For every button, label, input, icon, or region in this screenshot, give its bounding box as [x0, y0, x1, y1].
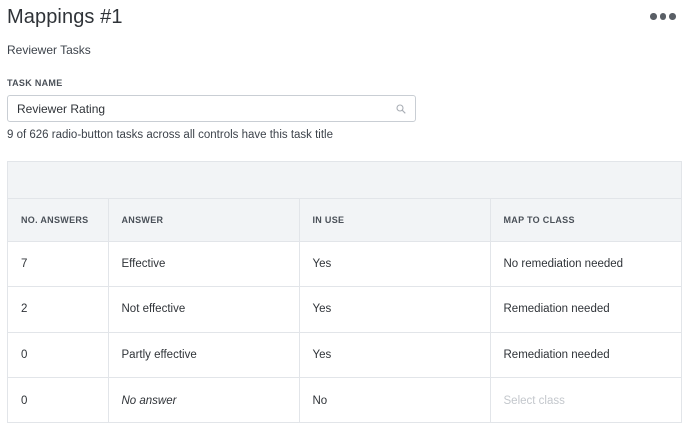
answer-label: Effective	[108, 241, 300, 287]
search-icon	[396, 104, 406, 114]
answer-count: 0	[8, 332, 109, 378]
in-use-value: No	[299, 377, 491, 423]
table-header-row: NO. ANSWERS ANSWER IN USE MAP TO CLASS	[8, 199, 681, 242]
in-use-value: Yes	[299, 241, 491, 287]
in-use-value: Yes	[299, 332, 491, 378]
helper-text: 9 of 626 radio-button tasks across all c…	[7, 129, 333, 141]
answer-count: 7	[8, 241, 109, 287]
page-subtitle: Reviewer Tasks	[7, 43, 91, 57]
answer-label: No answer	[108, 377, 300, 423]
answer-count: 0	[8, 377, 109, 423]
more-horizontal-icon	[650, 13, 657, 20]
mappings-table: NO. ANSWERS ANSWER IN USE MAP TO CLASS 7…	[7, 161, 682, 423]
table-row: 0 No answer No Select class	[8, 377, 681, 424]
more-horizontal-icon	[659, 13, 666, 20]
more-horizontal-icon	[669, 13, 676, 20]
page-title: Mappings #1	[7, 6, 123, 28]
class-select[interactable]: Select class	[490, 378, 681, 424]
in-use-value: Yes	[299, 286, 491, 333]
answer-label: Not effective	[108, 286, 300, 333]
column-header-in-use: IN USE	[299, 199, 491, 242]
answer-label: Partly effective	[108, 332, 300, 378]
table-row: 0 Partly effective Yes Remediation neede…	[8, 332, 681, 378]
column-header-answer: ANSWER	[108, 199, 300, 242]
table-toolbar	[8, 162, 681, 199]
more-options-button[interactable]	[650, 12, 678, 22]
table-row: 2 Not effective Yes Remediation needed	[8, 286, 681, 333]
class-select[interactable]: Remediation needed	[490, 286, 681, 333]
task-name-label: TASK NAME	[7, 78, 63, 88]
column-header-map-to-class: MAP TO CLASS	[490, 199, 681, 242]
column-header-no-answers: NO. ANSWERS	[8, 199, 109, 242]
class-select[interactable]: Remediation needed	[490, 332, 681, 378]
table-row: 7 Effective Yes No remediation needed	[8, 241, 681, 287]
answer-count: 2	[8, 286, 109, 333]
task-name-field[interactable]	[7, 95, 416, 122]
class-select[interactable]: No remediation needed	[490, 241, 681, 287]
task-name-input[interactable]	[17, 96, 387, 121]
